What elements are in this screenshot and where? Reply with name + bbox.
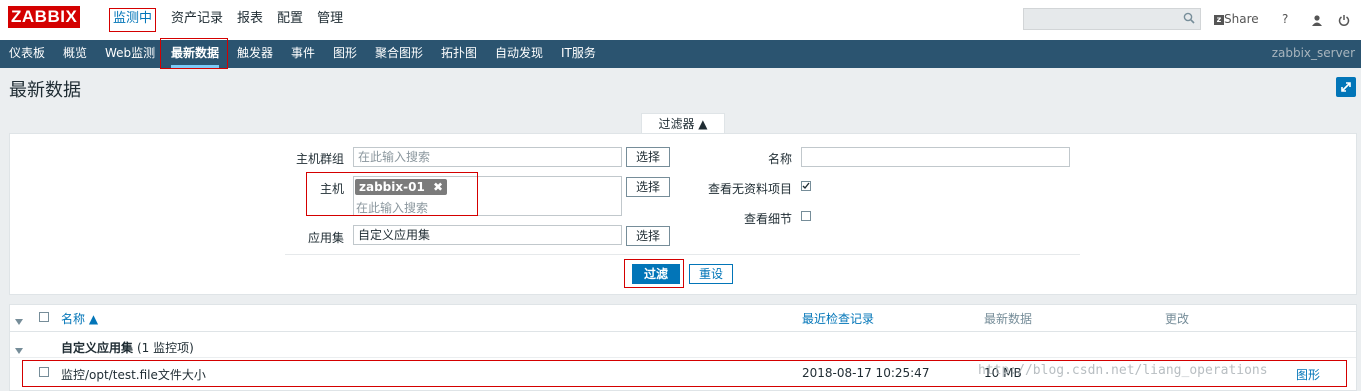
top-bar: ZABBIX 监测中 资产记录 报表 配置 管理 z Share ? xyxy=(0,0,1361,40)
show-details-checkbox[interactable] xyxy=(801,211,811,221)
column-change-header: 更改 xyxy=(1165,312,1190,326)
menu-discovery[interactable]: 自动发现 xyxy=(495,40,543,68)
host-group-select-button[interactable]: 选择 xyxy=(626,147,670,167)
search-input[interactable] xyxy=(1023,8,1201,30)
name-label: 名称 xyxy=(767,152,792,166)
menu-it-services[interactable]: IT服务 xyxy=(561,40,596,68)
reset-button[interactable]: 重设 xyxy=(689,264,733,284)
menu-screens[interactable]: 聚合图形 xyxy=(375,40,423,68)
column-last-value-header: 最新数据 xyxy=(984,312,1033,326)
filter-button[interactable]: 过滤 xyxy=(632,264,680,284)
help-link[interactable]: ? xyxy=(1282,0,1288,40)
application-input[interactable]: 自定义应用集 xyxy=(353,225,622,245)
show-nodata-checkbox[interactable] xyxy=(801,181,811,191)
expand-icon xyxy=(1341,82,1351,92)
select-all-checkbox[interactable] xyxy=(39,312,49,322)
name-input[interactable] xyxy=(801,147,1070,167)
application-label: 应用集 xyxy=(307,231,344,245)
group-name: 自定义应用集 xyxy=(61,341,134,355)
header-divider xyxy=(10,331,1356,332)
host-group-input[interactable]: 在此输入搜索 xyxy=(353,147,622,167)
column-last-check-header[interactable]: 最近检查记录 xyxy=(802,310,874,327)
page-title: 最新数据 xyxy=(9,80,81,101)
menu-maps[interactable]: 拓扑图 xyxy=(441,40,477,68)
fullscreen-button[interactable] xyxy=(1336,77,1356,97)
share-link[interactable]: z Share xyxy=(1214,0,1259,40)
highlight-item-row xyxy=(22,360,1347,387)
highlight-host-field xyxy=(306,172,478,216)
search-icon[interactable] xyxy=(1183,12,1195,27)
show-details-label: 查看细节 xyxy=(743,212,792,226)
menu-graphs[interactable]: 图形 xyxy=(333,40,357,68)
profile-icon[interactable] xyxy=(1311,0,1323,40)
menu-events[interactable]: 事件 xyxy=(291,40,315,68)
menu-overview[interactable]: 概览 xyxy=(63,40,87,68)
application-select-button[interactable]: 选择 xyxy=(626,226,670,246)
zabbix-share-icon: z xyxy=(1214,14,1224,25)
server-name: zabbix_server xyxy=(1271,46,1355,60)
highlight-latest-data xyxy=(160,38,228,69)
logout-icon[interactable] xyxy=(1338,0,1350,40)
filter-toggle-tab[interactable]: 过滤器 ▲ xyxy=(641,113,725,135)
menu-web[interactable]: Web监测 xyxy=(105,40,155,68)
collapse-all-icon[interactable] xyxy=(15,314,23,328)
host-group-label: 主机群组 xyxy=(295,152,344,166)
group-count: (1 监控项) xyxy=(137,341,194,355)
topnav-inventory[interactable]: 资产记录 xyxy=(164,0,230,40)
top-nav: 监测中 资产记录 报表 配置 管理 xyxy=(101,0,350,40)
menu-dashboard[interactable]: 仪表板 xyxy=(9,40,45,68)
page-header: 最新数据 xyxy=(0,68,1361,106)
topnav-monitoring[interactable]: 监测中 xyxy=(101,0,164,40)
application-group-row xyxy=(10,334,1356,358)
collapse-group-icon[interactable] xyxy=(15,343,23,357)
zabbix-logo[interactable]: ZABBIX xyxy=(8,6,81,28)
topnav-configuration[interactable]: 配置 xyxy=(270,0,310,40)
column-name-header[interactable]: 名称 ▲ xyxy=(61,310,98,327)
menu-triggers[interactable]: 触发器 xyxy=(237,40,273,68)
share-label: Share xyxy=(1224,12,1259,26)
topnav-administration[interactable]: 管理 xyxy=(310,0,350,40)
filter-divider xyxy=(285,254,1080,255)
show-nodata-label: 查看无资料项目 xyxy=(707,182,792,196)
host-select-button[interactable]: 选择 xyxy=(626,177,670,197)
topnav-reports[interactable]: 报表 xyxy=(230,0,270,40)
